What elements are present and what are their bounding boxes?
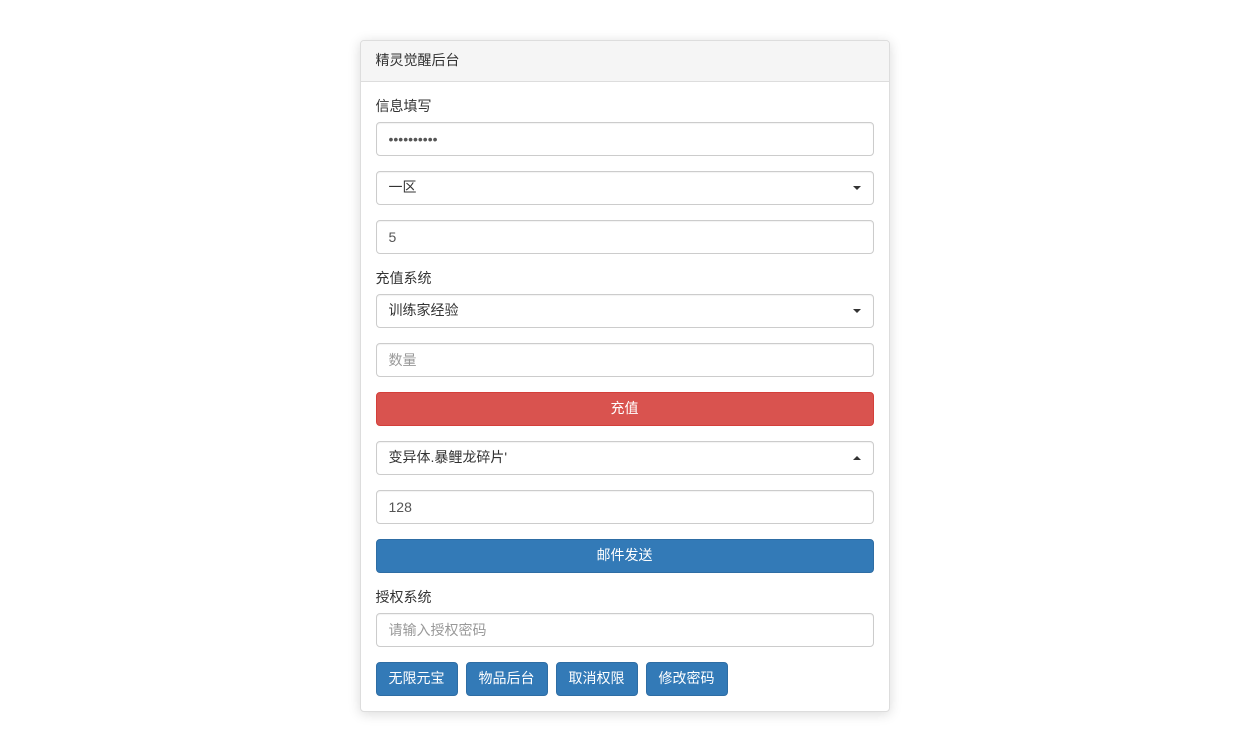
zone-select-group: 一区: [376, 171, 874, 205]
action-buttons-row: 无限元宝 物品后台 取消权限 修改密码: [376, 662, 874, 696]
quantity-input[interactable]: [376, 343, 874, 377]
recharge-button-group: 充值: [376, 392, 874, 426]
caret-up-icon: [853, 456, 861, 460]
recharge-type-selected-text: 训练家经验: [389, 301, 459, 321]
zone-select[interactable]: 一区: [376, 171, 874, 205]
recharge-button[interactable]: 充值: [376, 392, 874, 426]
panel-body: 信息填写 一区 充值系统 训练家经验 充值: [361, 82, 889, 711]
password-input[interactable]: [376, 122, 874, 156]
recharge-type-select[interactable]: 训练家经验: [376, 294, 874, 328]
mail-item-group: 变异体.暴鲤龙碎片': [376, 441, 874, 475]
caret-down-icon: [853, 186, 861, 190]
number-input[interactable]: [376, 220, 874, 254]
change-password-button[interactable]: 修改密码: [646, 662, 728, 696]
info-label: 信息填写: [376, 97, 432, 117]
items-button[interactable]: 物品后台: [466, 662, 548, 696]
auth-group: 授权系统: [376, 588, 874, 647]
panel-title: 精灵觉醒后台: [361, 41, 889, 82]
auth-label: 授权系统: [376, 588, 432, 608]
zone-selected-text: 一区: [389, 178, 417, 198]
info-group: 信息填写: [376, 97, 874, 156]
recharge-type-group: 训练家经验: [376, 294, 874, 328]
mail-count-group: [376, 490, 874, 524]
mail-count-input[interactable]: [376, 490, 874, 524]
unlimited-button[interactable]: 无限元宝: [376, 662, 458, 696]
recharge-group: 充值系统 训练家经验: [376, 269, 874, 328]
recharge-label: 充值系统: [376, 269, 432, 289]
mail-item-select[interactable]: 变异体.暴鲤龙碎片': [376, 441, 874, 475]
mail-send-button[interactable]: 邮件发送: [376, 539, 874, 573]
quantity-group: [376, 343, 874, 377]
admin-panel: 精灵觉醒后台 信息填写 一区 充值系统 训练家经验: [360, 40, 890, 712]
auth-input[interactable]: [376, 613, 874, 647]
mail-button-group: 邮件发送: [376, 539, 874, 573]
caret-down-icon: [853, 309, 861, 313]
revoke-button[interactable]: 取消权限: [556, 662, 638, 696]
mail-item-selected-text: 变异体.暴鲤龙碎片': [389, 448, 508, 468]
number-group: [376, 220, 874, 254]
